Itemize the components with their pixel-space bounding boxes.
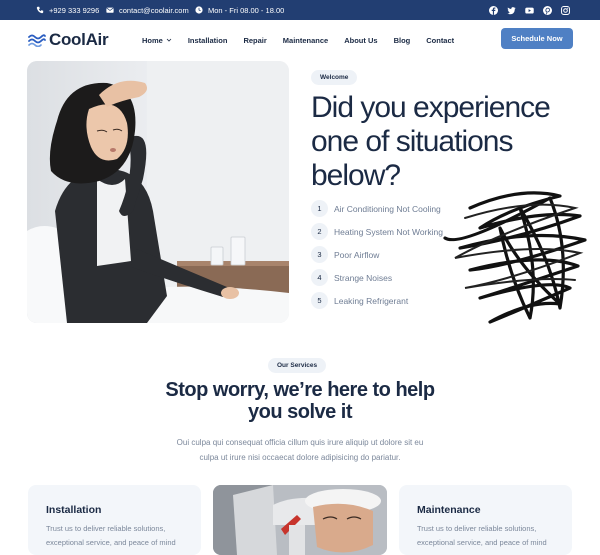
social-links [489, 0, 570, 20]
card-text-line: Trust us to deliver reliable solutions, [417, 524, 537, 533]
list-number: 4 [311, 269, 328, 286]
site-logo[interactable]: CoolAir [28, 30, 109, 50]
nav-item-blog[interactable]: Blog [394, 36, 411, 45]
nav-item-label: Maintenance [282, 35, 329, 45]
services-title-line: you solve it [247, 401, 353, 423]
list-number: 1 [311, 200, 328, 217]
hero-title-line: Did you experience [311, 91, 551, 124]
hours-text: Mon - Fri 08.00 - 18.00 [208, 5, 285, 15]
schedule-now-button[interactable]: Schedule Now [501, 28, 573, 49]
main-navigation: CoolAir Home Installation Repair Mainten… [0, 20, 600, 60]
service-card-installation[interactable]: Installation Trust us to deliver reliabl… [28, 485, 201, 555]
services-description: Oui culpa qui consequat officia cillum q… [150, 435, 450, 465]
email-contact[interactable]: contact@coolair.com [106, 0, 189, 20]
hero-image [27, 61, 289, 323]
service-card-repair-image[interactable] [213, 485, 387, 555]
nav-item-installation[interactable]: Installation [188, 36, 228, 45]
card-text-line: exceptional service, and peace of mind [417, 538, 547, 547]
list-number: 2 [311, 223, 328, 240]
phone-contact[interactable]: +929 333 9296 [36, 0, 99, 20]
welcome-tag: Welcome [311, 70, 358, 85]
top-bar: +929 333 9296 contact@coolair.com Mon - … [0, 0, 600, 20]
card-title: Installation [46, 504, 102, 516]
list-number: 3 [311, 246, 328, 263]
nav-item-label: Home [142, 35, 163, 45]
services-title: Stop worry, we’re here to help you solve… [100, 379, 500, 423]
service-card-maintenance[interactable]: Maintenance Trust us to deliver reliable… [399, 485, 572, 555]
list-text: Air Conditioning Not Cooling [334, 203, 441, 214]
card-text-line: Trust us to deliver reliable solutions, [46, 524, 166, 533]
list-text: Poor Airflow [334, 249, 380, 260]
services-tag: Our Services [268, 358, 327, 373]
facebook-icon[interactable] [489, 5, 498, 15]
nav-item-label: Blog [393, 35, 411, 45]
nav-item-label: Installation [187, 35, 228, 45]
email-icon [106, 7, 114, 13]
list-text: Heating System Not Working [334, 226, 443, 237]
hero-title: Did you experience one of situations bel… [311, 91, 571, 193]
phone-icon [36, 6, 44, 14]
nav-item-repair[interactable]: Repair [243, 36, 266, 45]
logo-wave-icon [28, 34, 46, 47]
nav-item-label: Repair [243, 35, 267, 45]
hero-title-line: one of situations [311, 125, 513, 158]
list-text: Leaking Refrigerant [334, 295, 409, 306]
card-title: Maintenance [417, 504, 481, 516]
card-text: Trust us to deliver reliable solutions, … [46, 522, 196, 550]
card-text: Trust us to deliver reliable solutions, … [417, 522, 567, 550]
nav-item-maintenance[interactable]: Maintenance [283, 36, 328, 45]
nav-item-about-us[interactable]: About Us [344, 36, 377, 45]
pinterest-icon[interactable] [543, 5, 552, 15]
opening-hours: Mon - Fri 08.00 - 18.00 [195, 0, 284, 20]
nav-menu: Home Installation Repair Maintenance Abo… [142, 20, 454, 60]
card-text-line: exceptional service, and peace of mind [46, 538, 176, 547]
nav-item-label: About Us [344, 35, 378, 45]
scribble-decoration [443, 191, 587, 324]
chevron-down-icon [166, 38, 172, 42]
services-description-line: culpa ut irure nisi occaecat dolore adip… [199, 453, 401, 462]
nav-item-home[interactable]: Home [142, 36, 172, 45]
list-text: Strange Noises [334, 272, 393, 283]
nav-item-label: Contact [426, 35, 455, 45]
clock-icon [195, 6, 203, 14]
technician-photo [213, 485, 387, 555]
email-address: contact@coolair.com [119, 5, 189, 15]
logo-text: CoolAir [49, 30, 109, 49]
phone-number: +929 333 9296 [49, 5, 100, 15]
youtube-icon[interactable] [525, 6, 534, 15]
list-number: 5 [311, 292, 328, 309]
instagram-icon[interactable] [561, 5, 570, 15]
woman-headache-illustration [27, 61, 289, 323]
services-description-line: Oui culpa qui consequat officia cillum q… [176, 438, 424, 447]
twitter-icon[interactable] [507, 6, 516, 15]
services-title-line: Stop worry, we’re here to help [165, 379, 435, 401]
nav-item-contact[interactable]: Contact [426, 36, 454, 45]
